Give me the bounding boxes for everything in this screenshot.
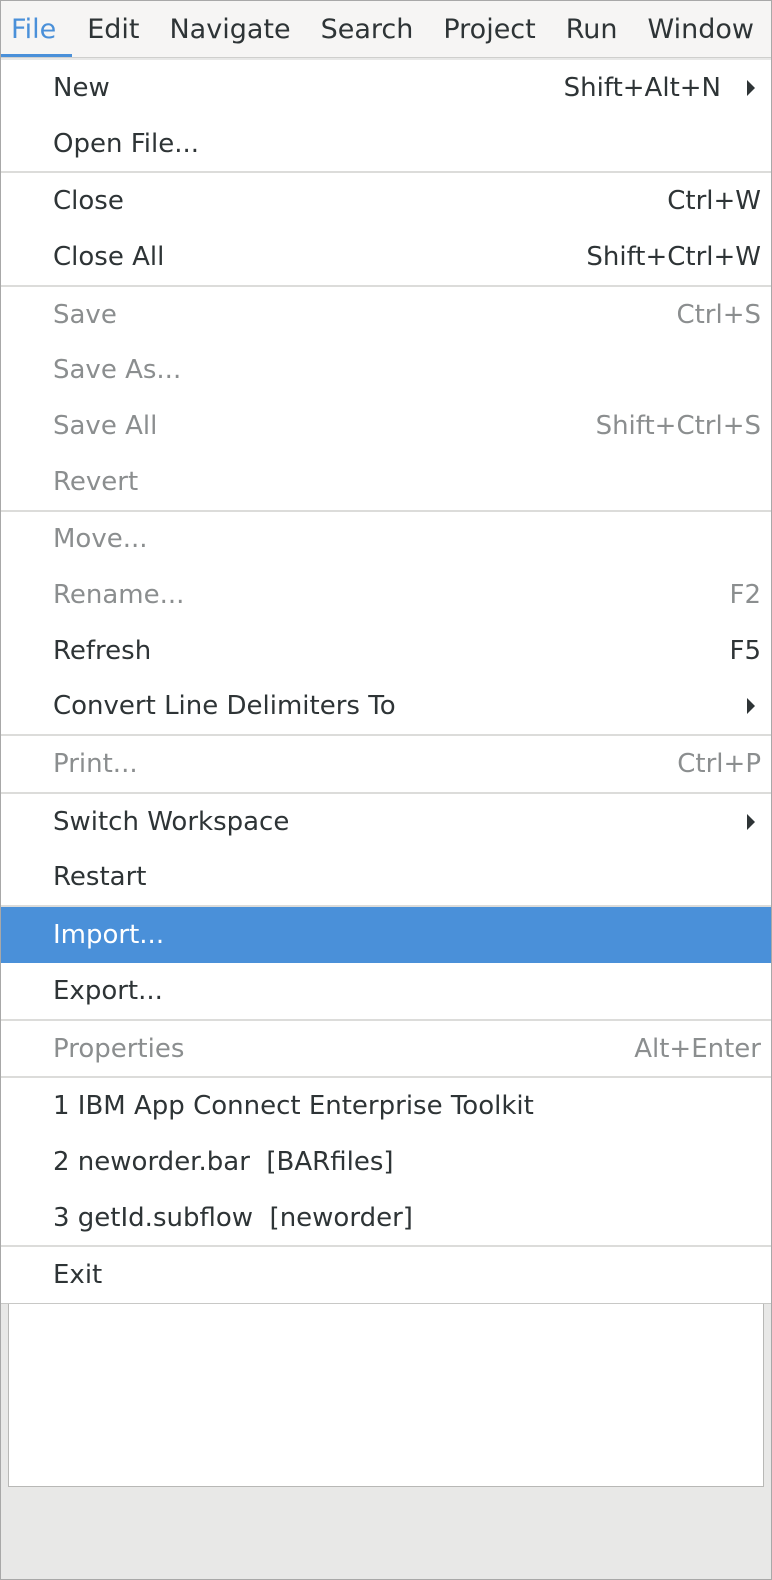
menu-item-switch-workspace[interactable]: Switch Workspace xyxy=(1,794,771,850)
menu-item-revert: Revert xyxy=(1,454,771,510)
menu-item-label: 3 getId.subflow [neworder] xyxy=(53,1202,413,1233)
menu-item-properties: Properties Alt+Enter xyxy=(1,1021,771,1077)
menu-item-label: Close xyxy=(53,186,124,217)
menu-item-print: Print... Ctrl+P xyxy=(1,736,771,792)
menu-item-shortcut: F5 xyxy=(729,635,762,666)
menu-item-label: Move... xyxy=(53,524,148,555)
menu-item-label: Restart xyxy=(53,862,147,893)
menubar-file[interactable]: File xyxy=(1,1,72,57)
menu-item-open-file[interactable]: Open File... xyxy=(1,116,771,172)
menu-item-close-all[interactable]: Close All Shift+Ctrl+W xyxy=(1,229,771,285)
menu-item-label: Open File... xyxy=(53,128,200,159)
menu-item-label: Close All xyxy=(53,241,165,272)
menubar-search[interactable]: Search xyxy=(306,1,429,57)
menu-item-shortcut: Alt+Enter xyxy=(634,1033,761,1064)
menu-item-label: New xyxy=(53,72,110,103)
menu-item-new[interactable]: New Shift+Alt+N xyxy=(1,60,771,116)
menu-item-shortcut: Ctrl+P xyxy=(677,749,761,780)
menu-item-shortcut: Shift+Ctrl+W xyxy=(586,241,761,272)
menu-item-close[interactable]: Close Ctrl+W xyxy=(1,173,771,229)
menubar-window[interactable]: Window xyxy=(633,1,769,57)
menu-item-label: Switch Workspace xyxy=(53,806,290,837)
menu-item-label: Save As... xyxy=(53,355,182,386)
menu-item-label: Print... xyxy=(53,749,138,780)
menu-item-convert-line-delimiters[interactable]: Convert Line Delimiters To xyxy=(1,679,771,735)
app-window: File Edit Navigate Search Project Run Wi… xyxy=(0,0,772,1580)
menu-item-label: Refresh xyxy=(53,635,152,666)
menu-item-label: Properties xyxy=(53,1033,185,1064)
menu-item-save-as: Save As... xyxy=(1,342,771,398)
menu-item-label: Convert Line Delimiters To xyxy=(53,691,396,722)
menu-item-save: Save Ctrl+S xyxy=(1,287,771,343)
menu-item-label: Save All xyxy=(53,410,158,441)
menu-item-recent-file[interactable]: 1 IBM App Connect Enterprise Toolkit xyxy=(1,1078,771,1134)
menu-item-import[interactable]: Import... xyxy=(1,907,771,963)
background-pane xyxy=(8,1297,764,1487)
menu-item-export[interactable]: Export... xyxy=(1,963,771,1019)
menu-item-shortcut: Shift+Ctrl+S xyxy=(595,410,761,441)
menu-item-shortcut: F2 xyxy=(729,580,762,611)
menubar-run[interactable]: Run xyxy=(551,1,633,57)
menu-item-recent-file[interactable]: 2 neworder.bar [BARfiles] xyxy=(1,1134,771,1190)
menu-item-refresh[interactable]: Refresh F5 xyxy=(1,623,771,679)
menu-item-recent-file[interactable]: 3 getId.subflow [neworder] xyxy=(1,1190,771,1246)
menu-item-shortcut: Ctrl+S xyxy=(676,299,761,330)
menu-item-label: Exit xyxy=(53,1260,103,1291)
menu-item-label: Save xyxy=(53,299,117,330)
menubar-project[interactable]: Project xyxy=(428,1,550,57)
menu-item-shortcut: Shift+Alt+N xyxy=(563,72,721,103)
menu-item-move: Move... xyxy=(1,512,771,568)
file-menu: New Shift+Alt+N Open File... Close Ctrl+… xyxy=(1,60,771,1305)
menu-item-label: Export... xyxy=(53,975,163,1006)
submenu-arrow-icon xyxy=(747,813,755,830)
status-area xyxy=(1,1489,771,1579)
menubar-navigate[interactable]: Navigate xyxy=(154,1,305,57)
menu-item-label: Import... xyxy=(53,920,165,951)
menu-item-label: 2 neworder.bar [BARfiles] xyxy=(53,1146,394,1177)
submenu-arrow-icon xyxy=(747,698,755,715)
menu-item-label: Rename... xyxy=(53,580,185,611)
menu-item-shortcut: Ctrl+W xyxy=(667,186,761,217)
menu-item-restart[interactable]: Restart xyxy=(1,850,771,906)
submenu-arrow-icon xyxy=(747,79,755,96)
menubar-edit[interactable]: Edit xyxy=(72,1,154,57)
menu-item-rename: Rename... F2 xyxy=(1,567,771,623)
menu-item-exit[interactable]: Exit xyxy=(1,1247,771,1303)
menu-bar: File Edit Navigate Search Project Run Wi… xyxy=(1,1,771,58)
menu-item-save-all: Save All Shift+Ctrl+S xyxy=(1,398,771,454)
menu-item-label: Revert xyxy=(53,466,139,497)
menu-item-label: 1 IBM App Connect Enterprise Toolkit xyxy=(53,1091,534,1122)
